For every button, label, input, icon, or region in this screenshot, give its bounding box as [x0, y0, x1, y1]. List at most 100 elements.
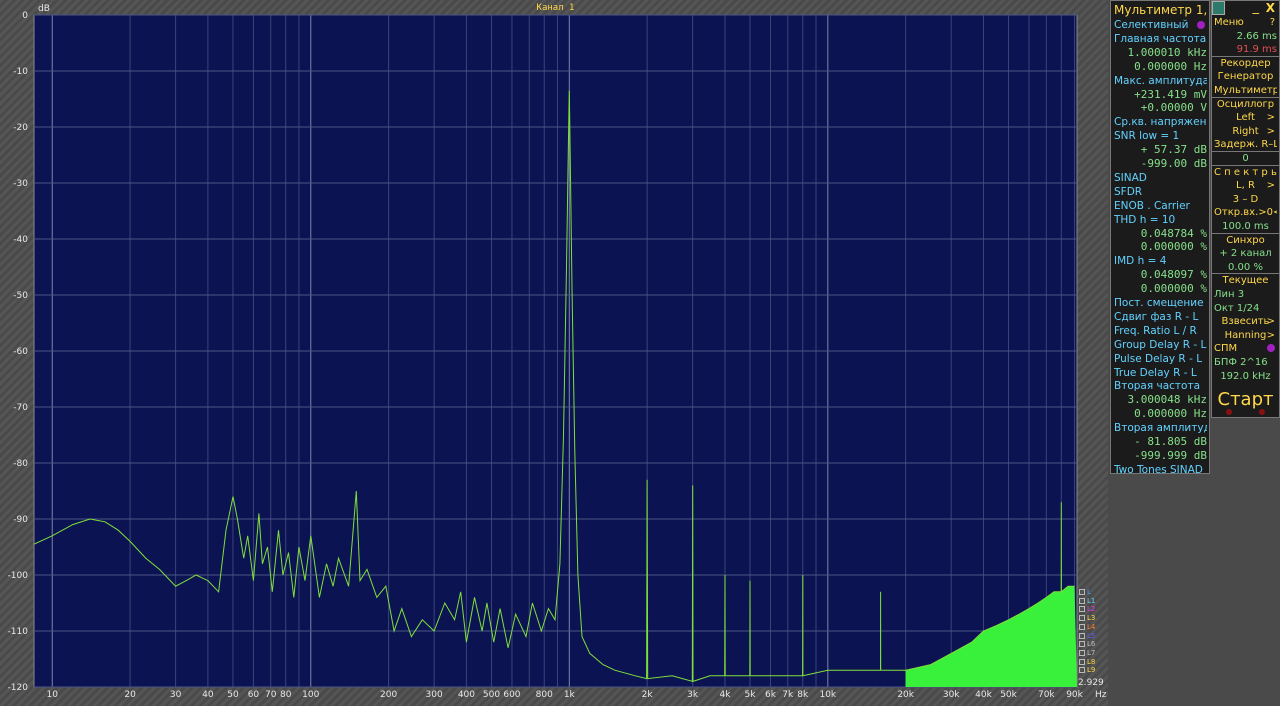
sidebar-item[interactable]: Осциллогр	[1214, 98, 1277, 111]
x-tick-label: 4k	[719, 690, 731, 700]
measurement-row[interactable]: Вторая частота	[1114, 379, 1207, 393]
sidebar-item[interactable]: Генератор	[1214, 70, 1277, 83]
measurement-row[interactable]: - 81.805 dB	[1114, 435, 1207, 449]
legend-checkbox[interactable]	[1079, 606, 1085, 613]
legend-checkbox[interactable]	[1079, 623, 1085, 630]
measurement-row[interactable]: ENOB . Carrier	[1114, 199, 1207, 213]
sidebar-item[interactable]: 2.66 ms	[1214, 30, 1277, 43]
multimeter-title: Мультиметр 1,27	[1114, 3, 1207, 17]
sidebar-item[interactable]: Текущее	[1214, 274, 1277, 287]
sidebar-item[interactable]: + 2 канал	[1214, 247, 1277, 260]
legend-checkbox[interactable]	[1079, 597, 1085, 604]
measurement-row[interactable]: Селективный	[1114, 18, 1207, 32]
x-tick-label: 200	[380, 690, 397, 700]
measurement-row[interactable]: Главная частота	[1114, 32, 1207, 46]
x-tick-label: 20	[124, 690, 136, 700]
measurement-row[interactable]: -999.999 dB	[1114, 449, 1207, 463]
sidebar-item[interactable]: Синхро	[1214, 234, 1277, 247]
sidebar-item-label: Left	[1236, 112, 1255, 124]
start-button[interactable]: Старт	[1214, 389, 1277, 411]
sidebar-item[interactable]: Рекордер	[1214, 57, 1277, 70]
measurement-row[interactable]: Макс. амплитуда	[1114, 74, 1207, 88]
sidebar-item[interactable]: Меню	[1214, 16, 1277, 29]
legend-checkbox[interactable]	[1079, 632, 1085, 639]
measurement-row[interactable]: Сдвиг фаз R - L	[1114, 310, 1207, 324]
legend-checkbox[interactable]	[1079, 589, 1085, 595]
legend-checkbox[interactable]	[1079, 658, 1085, 665]
measurement-row[interactable]: 0.000000 Hz	[1114, 407, 1207, 421]
measurement-row[interactable]: True Delay R - L	[1114, 366, 1207, 380]
x-tick-label: 1k	[564, 690, 576, 700]
minimize-button[interactable]: _	[1253, 1, 1260, 14]
measurement-row[interactable]: Ср.кв. напряжение	[1114, 115, 1207, 129]
measurement-row[interactable]: -999.00 dB	[1114, 157, 1207, 171]
sidebar-item[interactable]: Мультиметр	[1214, 84, 1277, 97]
measurement-row[interactable]: Пост. смещение	[1114, 296, 1207, 310]
measurement-row[interactable]: 0.048784 %	[1114, 227, 1207, 241]
measurement-row[interactable]: Pulse Delay R - L	[1114, 352, 1207, 366]
measurement-row[interactable]: + 57.37 dB	[1114, 143, 1207, 157]
legend-label: L1	[1087, 596, 1096, 605]
sidebar-item-label: БПФ 2^16	[1214, 357, 1268, 368]
x-tick-label: 20k	[897, 690, 914, 700]
sidebar-item[interactable]: 3 – D	[1214, 193, 1277, 206]
measurement-row[interactable]: 1.000010 kHz	[1114, 46, 1207, 60]
legend-checkbox[interactable]	[1079, 615, 1085, 622]
measurement-row[interactable]: 0.000000 Hz	[1114, 60, 1207, 74]
measurement-row[interactable]: Two Tones SINAD	[1114, 463, 1207, 477]
measurement-row[interactable]: SFDR	[1114, 185, 1207, 199]
chevron-right-icon: >	[1266, 329, 1275, 341]
legend-checkbox[interactable]	[1079, 641, 1085, 648]
measurement-row[interactable]: Вторая амплитуда	[1114, 421, 1207, 435]
x-tick-label: 50k	[1000, 690, 1017, 700]
measurement-row[interactable]: 0.048097 %	[1114, 268, 1207, 282]
legend-checkbox[interactable]	[1079, 667, 1085, 674]
sidebar-item-label: Мультиметр	[1214, 85, 1277, 96]
sidebar-item-label: 192.0 kHz	[1220, 370, 1271, 382]
x-tick-label: 400	[458, 690, 475, 700]
sidebar-item[interactable]: Right >	[1214, 125, 1277, 138]
sidebar-item[interactable]: 91.9 ms	[1214, 43, 1277, 56]
sidebar-item[interactable]: Окт 1/24	[1214, 302, 1277, 315]
x-tick-label: 2k	[642, 690, 654, 700]
measurement-row[interactable]: 3.000048 kHz	[1114, 393, 1207, 407]
legend-label: L2	[1087, 605, 1096, 614]
sidebar-item[interactable]: БПФ 2^16	[1214, 356, 1277, 369]
legend-checkbox[interactable]	[1079, 649, 1085, 656]
sidebar-item-label: Синхро	[1226, 234, 1265, 246]
measurement-row[interactable]: IMD h = 4	[1114, 254, 1207, 268]
measurement-row[interactable]: SNR low = 1	[1114, 129, 1207, 143]
sidebar-item[interactable]: Left >	[1214, 111, 1277, 124]
measurement-row[interactable]: SINAD	[1114, 171, 1207, 185]
sidebar-item[interactable]: L, R >	[1214, 179, 1277, 192]
measurement-row[interactable]: 0.000000 %	[1114, 282, 1207, 296]
x-tick-label: 40k	[975, 690, 992, 700]
measurement-row[interactable]: Freq. Ratio L / R	[1114, 324, 1207, 338]
x-tick-label: 70	[265, 690, 277, 700]
spectrum-chart[interactable]: 0 -10 -20 -30 -40 -50 -60 -70 -80 -90 -100 -110 -120…	[0, 0, 1108, 706]
close-button[interactable]: X	[1266, 1, 1275, 15]
x-tick-label: 70k	[1038, 690, 1055, 700]
x-tick-label: 600	[503, 690, 520, 700]
y-tick-label: -30	[13, 179, 28, 189]
y-tick-label: -70	[13, 403, 28, 413]
sidebar-item[interactable]: 100.0 ms	[1214, 220, 1277, 233]
measurement-row[interactable]: +231.419 mV	[1114, 88, 1207, 102]
sidebar-item[interactable]: 0.00 %	[1214, 261, 1277, 274]
sidebar-item[interactable]: 0	[1214, 152, 1277, 165]
sidebar-item[interactable]: С п е к т р ы	[1214, 166, 1277, 179]
measurement-row[interactable]: +0.00000 V	[1114, 101, 1207, 115]
measurement-row[interactable]: 0.000000 %	[1114, 240, 1207, 254]
legend-label: L8	[1087, 657, 1096, 666]
sidebar-item[interactable]: 192.0 kHz	[1214, 370, 1277, 383]
sidebar-item[interactable]: Hanning >	[1214, 329, 1277, 342]
sidebar-item[interactable]: Задерж. R–L	[1214, 138, 1277, 151]
sidebar-item[interactable]: Откр.вх.>0<	[1214, 206, 1277, 219]
sidebar-item-label: Right	[1232, 125, 1259, 137]
legend-label: L4	[1087, 622, 1096, 631]
measurement-row[interactable]: Group Delay R - L	[1114, 338, 1207, 352]
measurement-row[interactable]: THD h = 10	[1114, 213, 1207, 227]
sidebar-item[interactable]: Взвесить >	[1214, 315, 1277, 328]
sidebar-item-label: Меню	[1214, 17, 1244, 28]
sidebar-item[interactable]: Лин 3	[1214, 288, 1277, 301]
